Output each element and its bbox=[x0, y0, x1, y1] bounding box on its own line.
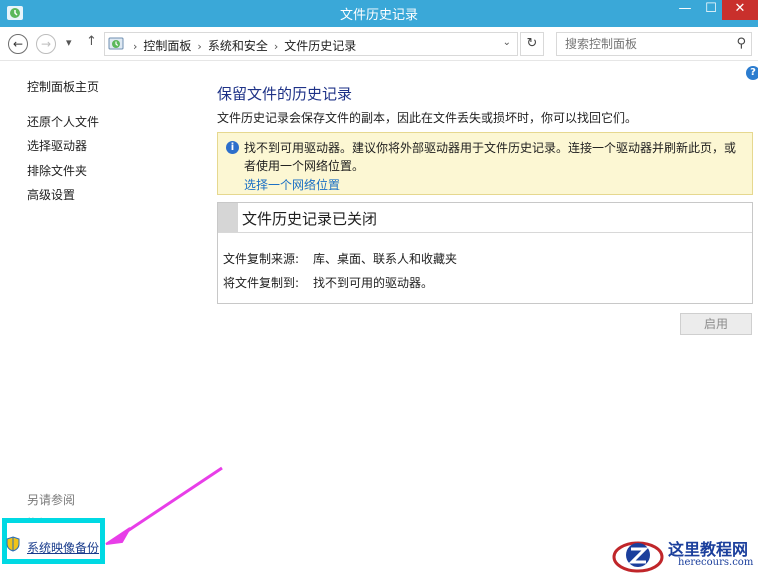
info-banner: i 找不到可用驱动器。建议你将外部驱动器用于文件历史记录。连接一个驱动器并刷新此… bbox=[217, 132, 753, 195]
breadcrumb-file-history[interactable]: 文件历史记录 bbox=[284, 39, 356, 53]
sidebar-item-restore-personal-files[interactable]: 还原个人文件 bbox=[27, 113, 99, 130]
enable-button[interactable]: 启用 bbox=[680, 313, 752, 335]
control-panel-home-link[interactable]: 控制面板主页 bbox=[27, 78, 99, 95]
watermark-logo bbox=[612, 541, 664, 573]
annotation-arrow bbox=[105, 466, 223, 545]
status-indicator bbox=[218, 203, 238, 232]
breadcrumb-separator[interactable]: › bbox=[274, 40, 278, 53]
maximize-button[interactable]: ☐ bbox=[698, 0, 724, 20]
breadcrumb-separator: › bbox=[133, 40, 138, 53]
breadcrumb: › 控制面板 › 系统和安全 › 文件历史记录 bbox=[127, 37, 356, 54]
navigation-bar: ← → ▾ ↑ › 控制面板 › 系统和安全 › 文件历史记录 ⌄ ↻ ⚲ bbox=[0, 27, 758, 61]
watermark-url: herecours.com bbox=[678, 557, 754, 568]
shield-icon bbox=[6, 536, 20, 552]
refresh-button[interactable]: ↻ bbox=[520, 32, 544, 56]
search-input[interactable] bbox=[557, 33, 727, 55]
search-box[interactable]: ⚲ bbox=[556, 32, 752, 56]
page-description: 文件历史记录会保存文件的副本，因此在文件丢失或损坏时，你可以找回它们。 bbox=[217, 111, 638, 125]
breadcrumb-system-security[interactable]: 系统和安全 bbox=[208, 39, 268, 53]
recent-locations-dropdown[interactable]: ▾ bbox=[66, 36, 72, 49]
page-title: 保留文件的历史记录 bbox=[217, 85, 353, 103]
close-button[interactable]: ✕ bbox=[722, 0, 758, 20]
status-panel: 文件历史记录已关闭 文件复制来源: 库、桌面、联系人和收藏夹 将文件复制到: 找… bbox=[217, 202, 753, 304]
info-icon: i bbox=[226, 141, 239, 154]
minimize-button[interactable]: — bbox=[672, 0, 698, 20]
select-network-location-link[interactable]: 选择一个网络位置 bbox=[244, 176, 340, 193]
copy-from-label: 文件复制来源: bbox=[223, 252, 300, 266]
title-bar: 文件历史记录 — ☐ ✕ bbox=[0, 0, 758, 27]
address-dropdown-icon[interactable]: ⌄ bbox=[503, 37, 511, 48]
back-button[interactable]: ← bbox=[8, 34, 28, 54]
control-panel-icon bbox=[108, 37, 124, 50]
breadcrumb-separator[interactable]: › bbox=[197, 40, 201, 53]
forward-button[interactable]: → bbox=[36, 34, 56, 54]
copy-to-label: 将文件复制到: bbox=[223, 276, 300, 290]
address-bar[interactable]: › 控制面板 › 系统和安全 › 文件历史记录 ⌄ bbox=[104, 32, 518, 56]
sidebar-item-advanced-settings[interactable]: 高级设置 bbox=[27, 186, 75, 203]
help-icon[interactable]: ? bbox=[746, 66, 758, 80]
sidebar-item-exclude-folders[interactable]: 排除文件夹 bbox=[27, 162, 87, 179]
up-button[interactable]: ↑ bbox=[86, 34, 97, 49]
breadcrumb-control-panel[interactable]: 控制面板 bbox=[143, 39, 191, 53]
copy-from-value: 库、桌面、联系人和收藏夹 bbox=[313, 252, 458, 266]
system-image-backup-link[interactable]: 系统映像备份 bbox=[27, 539, 99, 556]
copy-to-value: 找不到可用的驱动器。 bbox=[313, 276, 434, 290]
status-header: 文件历史记录已关闭 bbox=[218, 203, 752, 233]
info-message: 找不到可用驱动器。建议你将外部驱动器用于文件历史记录。连接一个驱动器并刷新此页，… bbox=[244, 141, 737, 173]
search-icon[interactable]: ⚲ bbox=[736, 36, 746, 51]
sidebar-item-select-drive[interactable]: 选择驱动器 bbox=[27, 137, 87, 154]
window-title: 文件历史记录 bbox=[339, 8, 418, 23]
see-also-heading: 另请参阅 bbox=[27, 493, 76, 507]
status-title: 文件历史记录已关闭 bbox=[242, 210, 378, 228]
